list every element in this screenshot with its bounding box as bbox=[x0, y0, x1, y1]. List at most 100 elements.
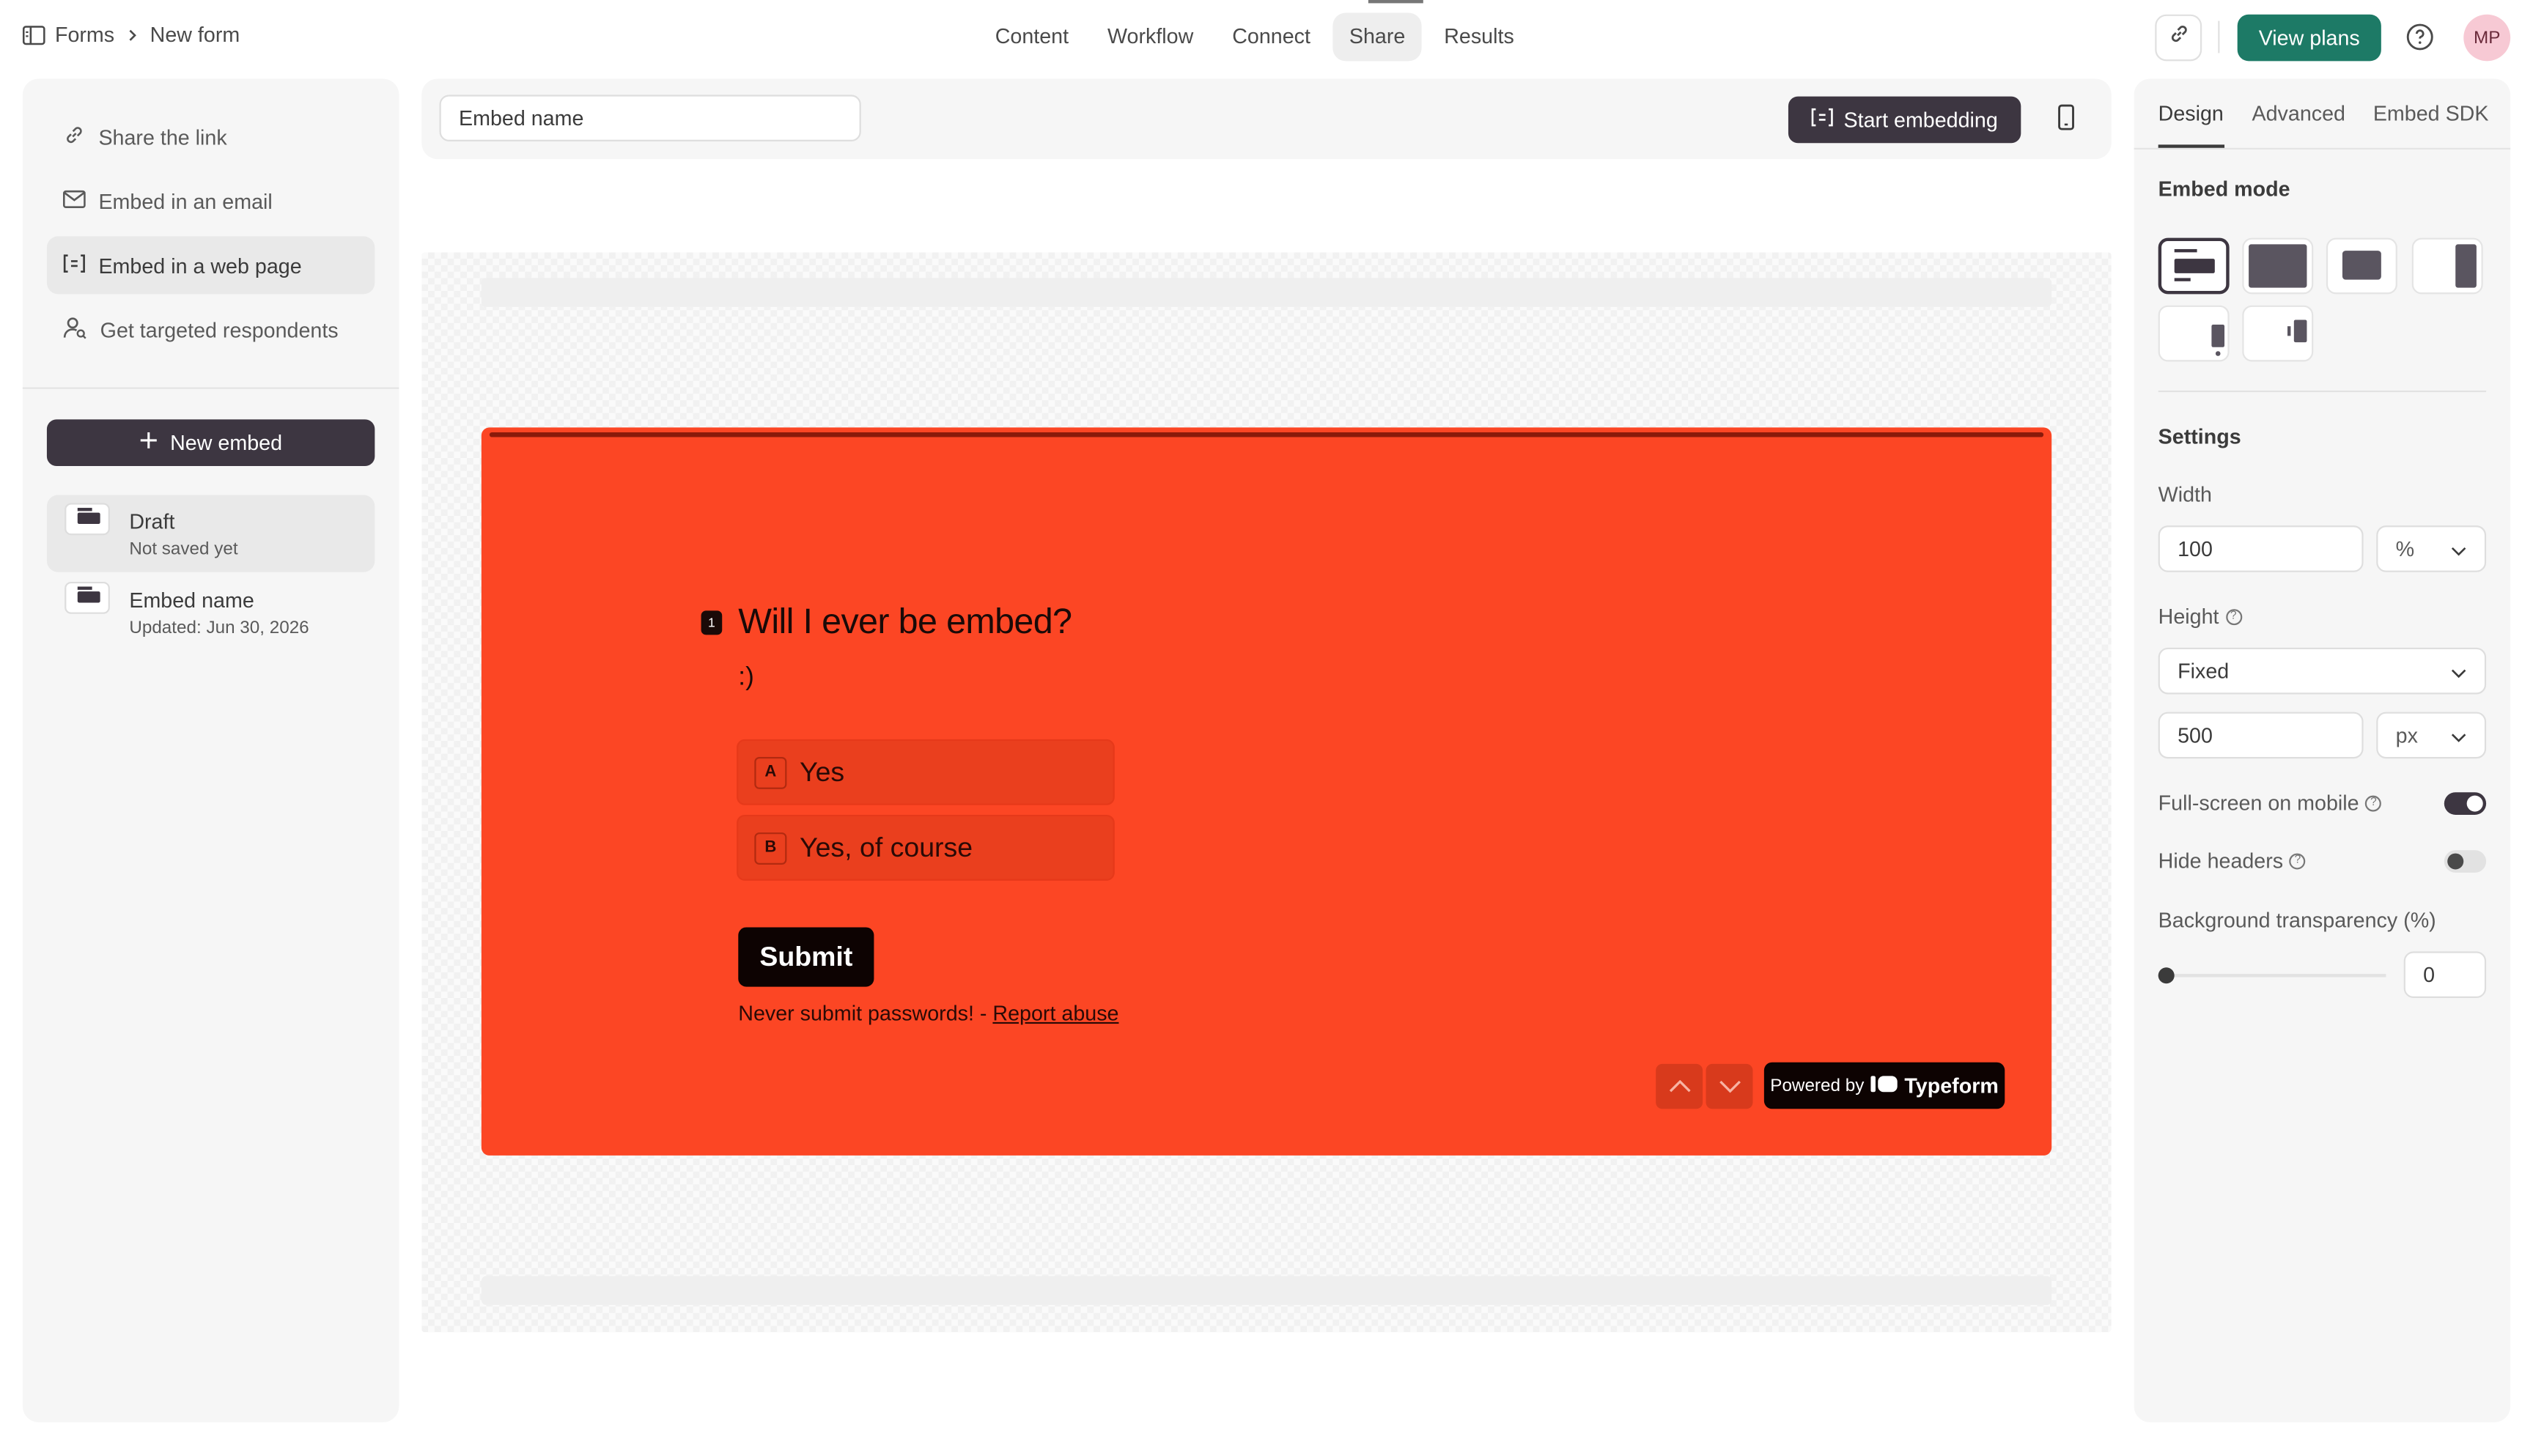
powered-by-text: Powered by bbox=[1770, 1076, 1865, 1095]
typeform-brand: Typeform bbox=[1904, 1073, 1999, 1098]
embed-mode-popover[interactable] bbox=[2158, 305, 2230, 362]
info-icon[interactable]: ? bbox=[2289, 852, 2306, 869]
chevron-up-icon bbox=[1668, 1072, 1691, 1101]
info-icon[interactable]: ? bbox=[2225, 608, 2242, 625]
breadcrumb-current[interactable]: New form bbox=[150, 23, 240, 47]
embed-mode-popup[interactable] bbox=[2326, 237, 2397, 295]
height-unit-select[interactable]: px bbox=[2376, 712, 2487, 759]
toggle-knob bbox=[2447, 853, 2464, 870]
mobile-preview-icon[interactable] bbox=[2058, 104, 2074, 138]
submit-button[interactable]: Submit bbox=[738, 927, 874, 987]
chevron-down-icon bbox=[2451, 659, 2467, 683]
tab-workflow[interactable]: Workflow bbox=[1091, 13, 1209, 62]
embed-mode-slider[interactable] bbox=[2411, 237, 2483, 295]
tab-content[interactable]: Content bbox=[979, 13, 1085, 62]
hide-headers-toggle[interactable] bbox=[2444, 850, 2487, 873]
standard-mode-icon bbox=[2161, 248, 2226, 297]
transparency-slider-track[interactable] bbox=[2158, 974, 2386, 978]
choice-option[interactable]: B Yes, of course bbox=[737, 814, 1115, 881]
embed-list-item[interactable]: Draft Not saved yet bbox=[46, 495, 375, 572]
new-embed-button[interactable]: New embed bbox=[46, 419, 375, 467]
question-number-badge: 1 bbox=[701, 610, 723, 635]
embed-standard-icon bbox=[64, 503, 110, 536]
link-icon bbox=[2167, 23, 2190, 53]
powered-by-badge[interactable]: Powered by Typeform bbox=[1763, 1062, 2005, 1109]
next-question-button[interactable] bbox=[1706, 1063, 1753, 1109]
height-mode-select[interactable]: Fixed bbox=[2158, 647, 2487, 695]
settings-heading: Settings bbox=[2158, 424, 2241, 448]
fullscreen-mobile-toggle[interactable] bbox=[2444, 792, 2487, 815]
warning-text: Never submit passwords! - bbox=[738, 1001, 993, 1026]
height-input[interactable]: 500 bbox=[2158, 712, 2364, 759]
divider bbox=[22, 387, 399, 389]
sidebar-item-email[interactable]: Embed in an email bbox=[47, 172, 375, 230]
embed-standard-icon bbox=[64, 581, 110, 614]
embed-code-icon bbox=[1811, 108, 1834, 132]
placeholder-content-bar bbox=[481, 278, 2052, 307]
copy-link-button[interactable] bbox=[2155, 14, 2202, 62]
avatar[interactable]: MP bbox=[2463, 14, 2511, 62]
width-input[interactable]: 100 bbox=[2158, 525, 2364, 572]
transparency-label-text: Background transparency (%) bbox=[2158, 908, 2436, 933]
sidebar-item-embed-web[interactable]: Embed in a web page bbox=[46, 236, 375, 295]
width-unit-select[interactable]: % bbox=[2376, 525, 2487, 572]
divider bbox=[2158, 390, 2487, 393]
breadcrumb: Forms New form bbox=[22, 23, 240, 47]
divider bbox=[2134, 147, 2511, 149]
choice-key: A bbox=[754, 755, 787, 788]
fullscreen-label-text: Full-screen on mobile bbox=[2158, 791, 2359, 815]
view-plans-button[interactable]: View plans bbox=[2237, 14, 2381, 62]
sidebar-item-label: Embed in an email bbox=[98, 188, 273, 213]
report-abuse-link[interactable]: Report abuse bbox=[992, 1001, 1118, 1025]
width-unit-value: % bbox=[2395, 536, 2415, 561]
popup-mode-icon bbox=[2328, 251, 2396, 299]
toggle-knob bbox=[2466, 795, 2483, 812]
choice-label: Yes, of course bbox=[800, 831, 973, 862]
height-mode-value: Fixed bbox=[2178, 659, 2230, 684]
sidebar-item-targeted-respondents[interactable]: Get targeted respondents bbox=[47, 300, 375, 358]
progress-bar bbox=[489, 432, 2044, 437]
hide-headers-label: Hide headers ? bbox=[2158, 849, 2306, 873]
sidebar-item-label: Get targeted respondents bbox=[100, 317, 339, 342]
tab-embed-sdk[interactable]: Embed SDK bbox=[2373, 101, 2489, 125]
help-icon[interactable] bbox=[2404, 21, 2436, 62]
choice-key: B bbox=[754, 831, 787, 864]
divider bbox=[2218, 21, 2220, 53]
embed-code-icon bbox=[63, 253, 86, 277]
height-label: Height ? bbox=[2158, 605, 2242, 629]
chevron-right-icon bbox=[124, 26, 140, 43]
previous-question-button[interactable] bbox=[1656, 1063, 1703, 1109]
chevron-down-icon bbox=[1718, 1072, 1741, 1101]
tab-connect[interactable]: Connect bbox=[1216, 13, 1327, 62]
embed-name-input[interactable]: Embed name bbox=[439, 95, 861, 142]
transparency-slider-thumb[interactable] bbox=[2158, 967, 2175, 984]
choice-option[interactable]: A Yes bbox=[737, 739, 1115, 805]
new-embed-label: New embed bbox=[170, 430, 283, 455]
tab-advanced[interactable]: Advanced bbox=[2252, 101, 2345, 125]
start-embedding-button[interactable]: Start embedding bbox=[1788, 96, 2021, 144]
sidebar-item-label: Share the link bbox=[98, 124, 227, 149]
slider-mode-icon bbox=[2414, 244, 2482, 299]
embed-mode-full-page[interactable] bbox=[2242, 237, 2314, 295]
tab-share[interactable]: Share bbox=[1332, 12, 1422, 62]
forms-icon bbox=[22, 24, 45, 45]
info-icon[interactable]: ? bbox=[2365, 794, 2382, 811]
sidebar-item-share-link[interactable]: Share the link bbox=[47, 108, 375, 166]
breadcrumb-forms-link[interactable]: Forms bbox=[55, 23, 114, 47]
embed-item-subtitle: Not saved yet bbox=[129, 539, 238, 560]
sidebar-item-label: Embed in a web page bbox=[98, 253, 302, 278]
embed-toolbar: Embed name Start embedding bbox=[421, 78, 2112, 160]
main-nav: Content Workflow Connect Share Results bbox=[979, 12, 1530, 62]
embed-mode-side-tab[interactable] bbox=[2242, 305, 2314, 362]
embed-list-item[interactable]: Embed name Updated: Jun 30, 2026 bbox=[47, 574, 375, 651]
question-title: Will I ever be embed? bbox=[738, 601, 1072, 642]
tab-design[interactable]: Design bbox=[2158, 101, 2224, 125]
embed-item-title: Draft bbox=[129, 509, 175, 534]
embed-mode-standard[interactable] bbox=[2158, 237, 2230, 297]
height-label-text: Height bbox=[2158, 604, 2219, 629]
typeform-logo-icon bbox=[1870, 1071, 1898, 1100]
tab-results[interactable]: Results bbox=[1428, 13, 1530, 62]
chevron-down-icon bbox=[2451, 723, 2467, 747]
transparency-input[interactable]: 0 bbox=[2403, 951, 2487, 998]
height-unit-value: px bbox=[2395, 723, 2418, 747]
